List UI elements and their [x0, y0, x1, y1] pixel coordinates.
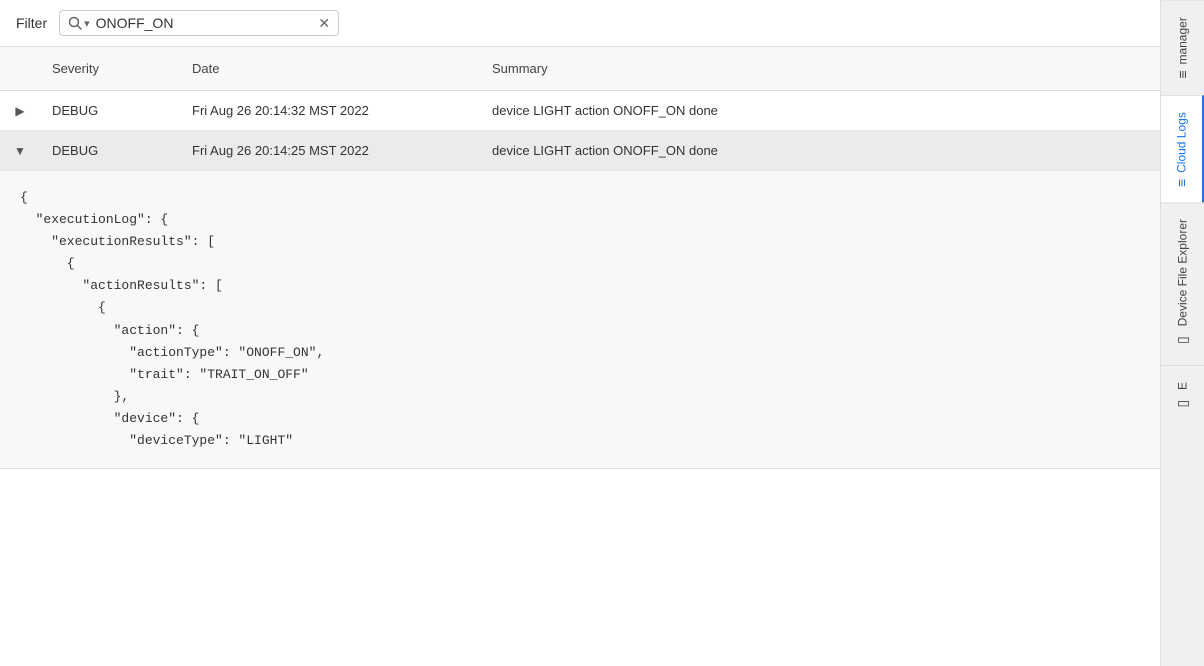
main-content: Filter ▾ ✕ Severity Date Summary ▶ DEBUG — [0, 0, 1160, 666]
table-row-1: ▶ DEBUG Fri Aug 26 20:14:32 MST 2022 dev… — [0, 91, 1160, 131]
sidebar-tab-manager[interactable]: ≡ manager — [1161, 0, 1204, 95]
search-icon: ▾ — [68, 16, 90, 30]
filter-input[interactable] — [96, 15, 313, 31]
header-date: Date — [180, 55, 480, 82]
row-1-severity: DEBUG — [40, 91, 180, 130]
header-expand — [0, 55, 40, 82]
device-file-explorer-icon: ▭ — [1175, 333, 1191, 349]
row-2-summary: device LIGHT action ONOFF_ON done — [480, 131, 1160, 170]
header-severity: Severity — [40, 55, 180, 82]
row-2-date: Fri Aug 26 20:14:25 MST 2022 — [180, 131, 480, 170]
row-1-summary: device LIGHT action ONOFF_ON done — [480, 91, 1160, 130]
sidebar-tab-cloud-logs-label: Cloud Logs — [1175, 112, 1189, 173]
row-1-expand-arrow[interactable]: ▶ — [0, 91, 40, 130]
manager-icon: ≡ — [1175, 70, 1191, 78]
table-row-1-header[interactable]: ▶ DEBUG Fri Aug 26 20:14:32 MST 2022 dev… — [0, 91, 1160, 131]
sidebar-tab-e[interactable]: ▭ E — [1161, 365, 1204, 428]
sidebar-tab-device-file-explorer-label: Device File Explorer — [1176, 219, 1190, 326]
row-1-date: Fri Aug 26 20:14:32 MST 2022 — [180, 91, 480, 130]
sidebar-tab-device-file-explorer[interactable]: ▭ Device File Explorer — [1161, 202, 1204, 364]
row-2-expand-arrow[interactable]: ▼ — [0, 131, 40, 170]
sidebar-tab-manager-label: manager — [1176, 17, 1190, 64]
table-header: Severity Date Summary — [0, 47, 1160, 91]
filter-clear-button[interactable]: ✕ — [318, 16, 330, 30]
row-2-severity: DEBUG — [40, 131, 180, 170]
filter-label: Filter — [16, 15, 47, 31]
header-summary: Summary — [480, 55, 1160, 82]
right-sidebar: ≡ manager ≡ Cloud Logs ▭ Device File Exp… — [1160, 0, 1204, 666]
filter-input-wrapper[interactable]: ▾ ✕ — [59, 10, 339, 36]
e-icon: ▭ — [1175, 396, 1191, 412]
sidebar-tab-e-label: E — [1176, 382, 1190, 390]
expanded-json-content: { "executionLog": { "executionResults": … — [0, 171, 1160, 469]
cloud-logs-icon: ≡ — [1174, 178, 1190, 186]
sidebar-tab-cloud-logs[interactable]: ≡ Cloud Logs — [1161, 95, 1204, 203]
table-rows: ▶ DEBUG Fri Aug 26 20:14:32 MST 2022 dev… — [0, 91, 1160, 666]
table-row-2-header[interactable]: ▼ DEBUG Fri Aug 26 20:14:25 MST 2022 dev… — [0, 131, 1160, 171]
table-row-2: ▼ DEBUG Fri Aug 26 20:14:25 MST 2022 dev… — [0, 131, 1160, 469]
filter-bar: Filter ▾ ✕ — [0, 0, 1160, 47]
filter-dropdown-arrow[interactable]: ▾ — [84, 17, 90, 30]
